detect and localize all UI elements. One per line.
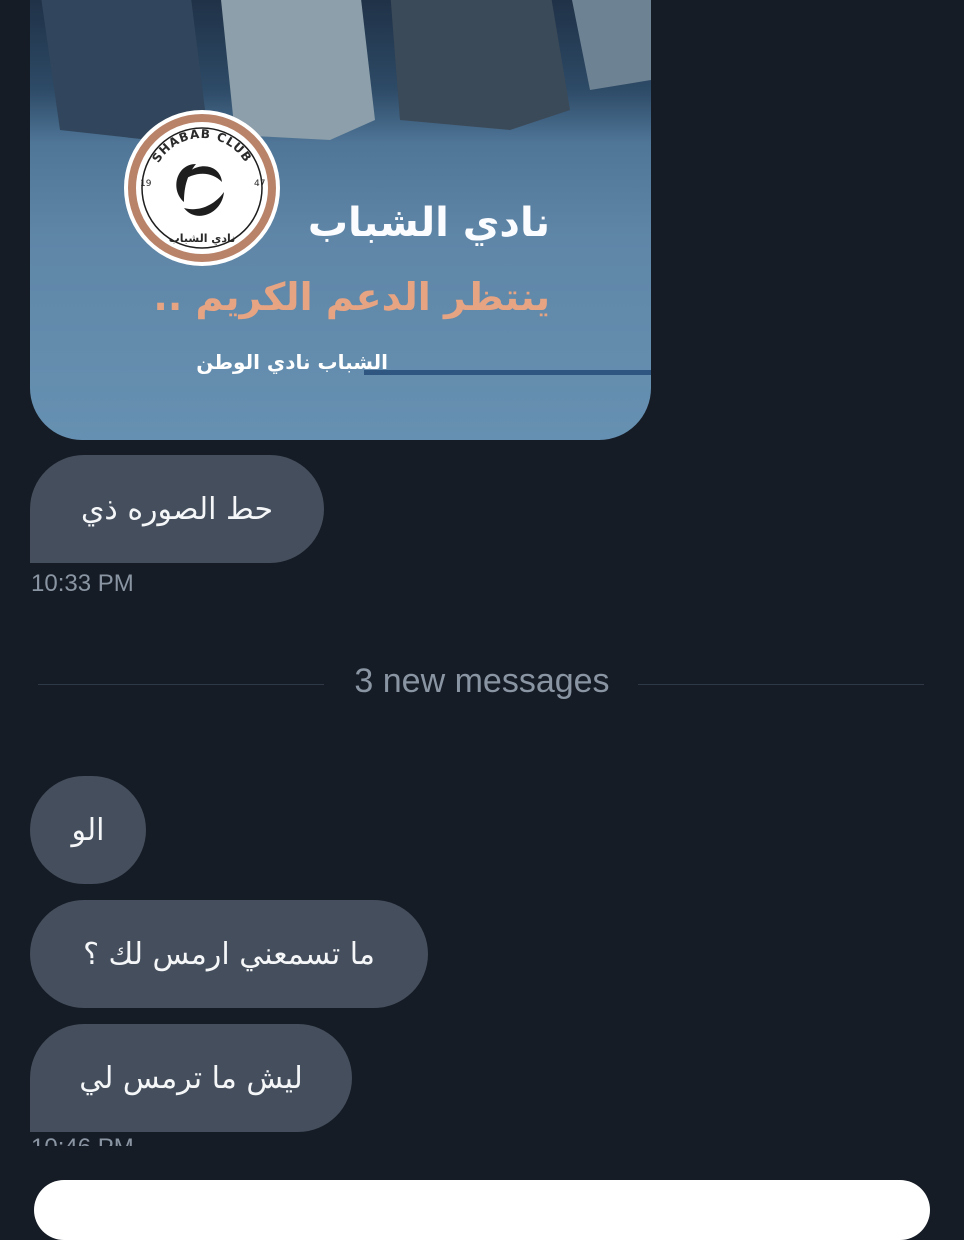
- message-bubble[interactable]: ليش ما ترمس لي: [30, 1024, 352, 1132]
- new-messages-label: 3 new messages: [354, 662, 610, 700]
- message-text: ليش ما ترمس لي: [79, 1060, 303, 1096]
- footer-bar: [364, 370, 651, 375]
- message-bubble[interactable]: الو: [30, 776, 146, 884]
- club-footer-text: الشباب نادي الوطن: [196, 350, 388, 374]
- club-name: نادي الشباب: [307, 200, 550, 246]
- message-text: ما تسمعني ارمس لك ؟: [83, 936, 375, 972]
- message-bubble[interactable]: ما تسمعني ارمس لك ؟: [30, 900, 428, 1008]
- logo-year-right: 47: [254, 179, 265, 189]
- logo-bottom-text: نادي الشباب: [169, 232, 236, 245]
- message-timestamp: 10:33 PM: [31, 570, 134, 597]
- message-compose-field[interactable]: [34, 1180, 930, 1240]
- shabab-club-logo: SHABAB CLUB 19 47 نادي الشباب: [124, 110, 280, 266]
- club-slogan: ينتظر الدعم الكريم ..: [153, 275, 550, 319]
- logo-year-left: 19: [140, 179, 152, 189]
- message-timestamp: 10:46 PM: [31, 1134, 134, 1146]
- message-text: حط الصوره ذي: [80, 491, 274, 527]
- message-text: الو: [71, 812, 105, 848]
- shared-image[interactable]: SHABAB CLUB 19 47 نادي الشباب نادي الشبا…: [30, 0, 651, 440]
- message-bubble[interactable]: حط الصوره ذي: [30, 455, 324, 563]
